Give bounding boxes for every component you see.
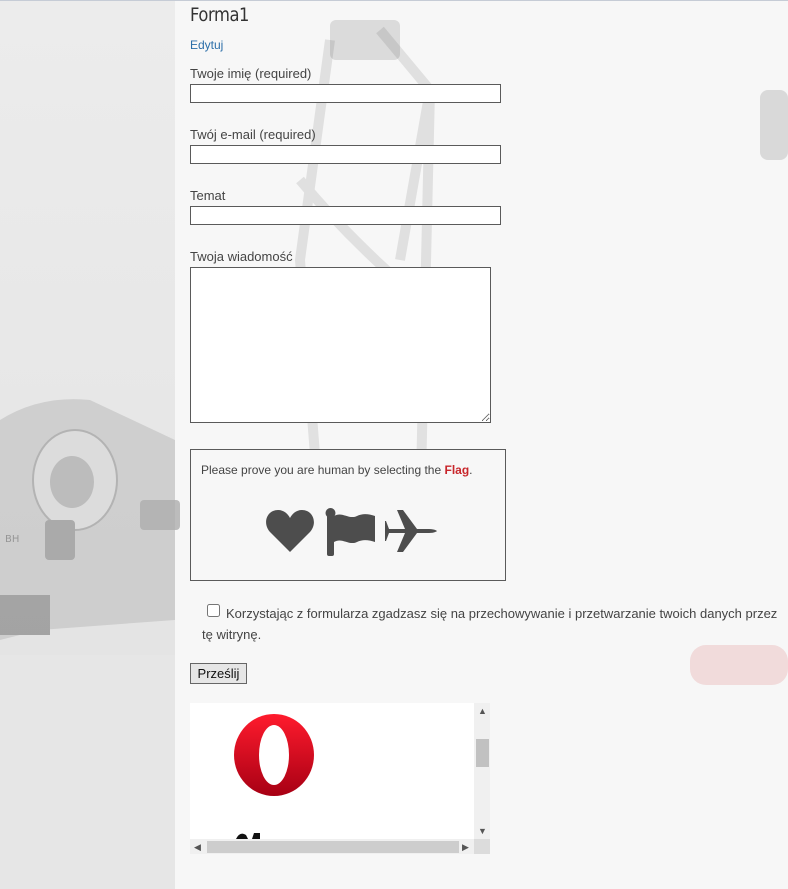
- scroll-corner: [474, 839, 490, 854]
- captcha-prompt-suffix: .: [469, 463, 473, 477]
- name-field[interactable]: [190, 84, 501, 103]
- captcha-box: Please prove you are human by selecting …: [190, 449, 506, 581]
- email-field[interactable]: [190, 145, 501, 164]
- scroll-down-icon[interactable]: ▼: [478, 826, 487, 836]
- captcha-prompt-text: Please prove you are human by selecting …: [201, 463, 445, 477]
- captcha-target-word: Flag: [444, 463, 470, 477]
- frame-content-glimpse: [236, 833, 260, 839]
- plane-icon[interactable]: [385, 508, 437, 554]
- page-background-left-top: [0, 0, 175, 655]
- horizontal-scroll-thumb[interactable]: [207, 841, 459, 853]
- captcha-prompt: Please prove you are human by selecting …: [201, 463, 473, 477]
- scroll-left-icon[interactable]: ◀: [194, 842, 201, 852]
- message-label: Twoja wiadomość: [190, 249, 293, 264]
- name-label: Twoje imię (required): [190, 66, 312, 81]
- subject-field[interactable]: [190, 206, 501, 225]
- email-label: Twój e-mail (required): [190, 127, 316, 142]
- message-textarea[interactable]: [190, 267, 491, 423]
- top-divider: [0, 0, 788, 1]
- opera-logo: [234, 714, 314, 796]
- scroll-up-icon[interactable]: ▲: [478, 706, 487, 716]
- flag-icon[interactable]: [325, 508, 377, 558]
- scroll-right-icon[interactable]: ▶: [462, 842, 469, 852]
- vertical-scrollbar[interactable]: [474, 703, 490, 839]
- consent-text: Korzystając z formularza zgadzasz się na…: [202, 606, 778, 642]
- edit-link[interactable]: Edytuj: [190, 38, 223, 52]
- page-title: Forma1: [190, 4, 249, 26]
- embedded-frame[interactable]: ▲ ▼ ◀ ▶: [190, 703, 490, 854]
- heart-icon[interactable]: [265, 508, 315, 554]
- subject-label: Temat: [190, 188, 226, 203]
- submit-button[interactable]: Prześlij: [190, 663, 247, 684]
- vertical-scroll-thumb[interactable]: [476, 739, 489, 767]
